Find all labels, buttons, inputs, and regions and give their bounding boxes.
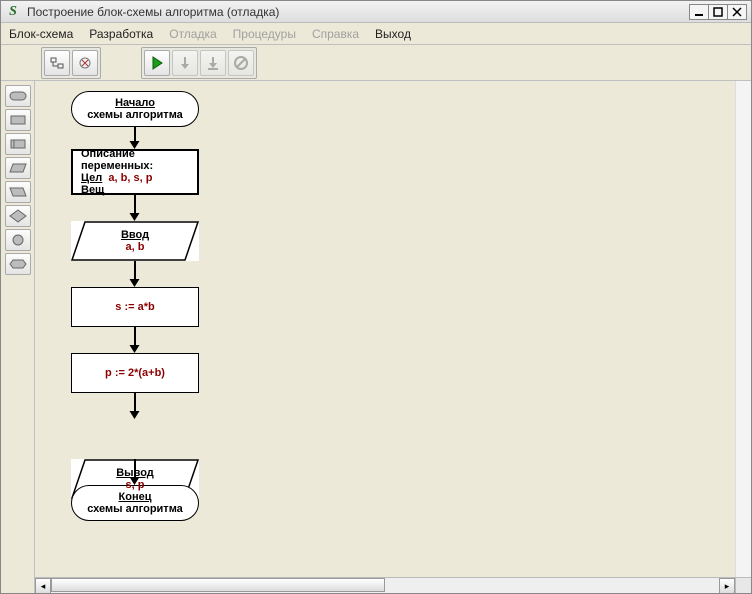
toolbar bbox=[1, 45, 751, 81]
node-start-label2: схемы алгоритма bbox=[87, 109, 183, 121]
step-into-button[interactable] bbox=[200, 50, 226, 76]
palette-connector[interactable] bbox=[5, 229, 31, 251]
canvas[interactable]: Начало схемы алгоритма Описание переменн… bbox=[35, 81, 751, 593]
node-output-vars: s, p bbox=[126, 479, 145, 491]
node-process-2[interactable]: p := 2*(a+b) bbox=[71, 353, 199, 393]
close-button[interactable] bbox=[727, 4, 747, 20]
app-window: S Построение блок-схемы алгоритма (отлад… bbox=[0, 0, 752, 594]
palette-io-alt[interactable] bbox=[5, 181, 31, 203]
menu-debug: Отладка bbox=[169, 27, 216, 41]
node-output[interactable]: Вывод s, p bbox=[71, 459, 199, 499]
toolbar-group-edit bbox=[41, 47, 101, 79]
palette-process-alt[interactable] bbox=[5, 133, 31, 155]
horizontal-scrollbar[interactable]: ◂ ▸ bbox=[35, 577, 735, 593]
run-icon bbox=[149, 55, 165, 71]
menu-development[interactable]: Разработка bbox=[89, 27, 153, 41]
connector-icon bbox=[10, 233, 26, 247]
palette-terminator[interactable] bbox=[5, 85, 31, 107]
menubar: Блок-схема Разработка Отладка Процедуры … bbox=[1, 23, 751, 45]
scheme-layout-icon bbox=[49, 55, 65, 71]
run-button[interactable] bbox=[144, 50, 170, 76]
hscroll-thumb[interactable] bbox=[51, 578, 385, 592]
node-process-1-expr: s := a*b bbox=[115, 301, 154, 313]
node-process-2-expr: p := 2*(a+b) bbox=[105, 367, 165, 379]
window-controls bbox=[689, 4, 747, 20]
palette-process[interactable] bbox=[5, 109, 31, 131]
toolbar-group-run bbox=[141, 47, 257, 79]
scheme-check-button[interactable] bbox=[72, 50, 98, 76]
step-down-icon bbox=[177, 55, 193, 71]
minimize-button[interactable] bbox=[689, 4, 709, 20]
scheme-check-icon bbox=[77, 55, 93, 71]
node-input-label: Ввод bbox=[121, 229, 149, 241]
maximize-button[interactable] bbox=[708, 4, 728, 20]
scroll-left-button[interactable]: ◂ bbox=[35, 578, 51, 593]
node-end-label2: схемы алгоритма bbox=[87, 503, 183, 515]
process-icon bbox=[9, 114, 27, 126]
process2-icon bbox=[9, 138, 27, 150]
node-input-vars: a, b bbox=[126, 241, 145, 253]
palette-io[interactable] bbox=[5, 157, 31, 179]
scroll-right-button[interactable]: ▸ bbox=[719, 578, 735, 593]
app-icon: S bbox=[5, 4, 21, 20]
declare-real-label: Вещ bbox=[81, 184, 104, 196]
terminator-icon bbox=[9, 90, 27, 102]
scroll-corner bbox=[735, 577, 751, 593]
menu-procedures: Процедуры bbox=[233, 27, 296, 41]
node-start[interactable]: Начало схемы алгоритма bbox=[71, 91, 199, 127]
declare-int-vars: a, b, s, p bbox=[108, 172, 152, 184]
declare-int-label: Цел bbox=[81, 172, 102, 184]
scheme-layout-button[interactable] bbox=[44, 50, 70, 76]
loop-icon bbox=[9, 258, 27, 270]
window-title: Построение блок-схемы алгоритма (отладка… bbox=[27, 5, 683, 19]
node-start-label1: Начало bbox=[115, 97, 155, 109]
menu-exit[interactable]: Выход bbox=[375, 27, 411, 41]
decision-icon bbox=[9, 209, 27, 223]
content-area: Начало схемы алгоритма Описание переменн… bbox=[1, 81, 751, 593]
menu-help: Справка bbox=[312, 27, 359, 41]
io2-icon bbox=[9, 186, 27, 198]
step-down-button[interactable] bbox=[172, 50, 198, 76]
node-output-label: Вывод bbox=[116, 467, 154, 479]
hscroll-track[interactable] bbox=[51, 578, 719, 593]
step-into-icon bbox=[205, 55, 221, 71]
node-declare[interactable]: Описание переменных: Цел a, b, s, p Вещ bbox=[71, 149, 199, 195]
vertical-scrollbar[interactable] bbox=[735, 81, 751, 577]
node-input[interactable]: Ввод a, b bbox=[71, 221, 199, 261]
io-icon bbox=[9, 162, 27, 174]
stop-icon bbox=[233, 55, 249, 71]
node-process-1[interactable]: s := a*b bbox=[71, 287, 199, 327]
stop-button[interactable] bbox=[228, 50, 254, 76]
shape-palette bbox=[1, 81, 35, 593]
titlebar: S Построение блок-схемы алгоритма (отлад… bbox=[1, 1, 751, 23]
palette-loop[interactable] bbox=[5, 253, 31, 275]
palette-decision[interactable] bbox=[5, 205, 31, 227]
menu-block-scheme[interactable]: Блок-схема bbox=[9, 27, 73, 41]
